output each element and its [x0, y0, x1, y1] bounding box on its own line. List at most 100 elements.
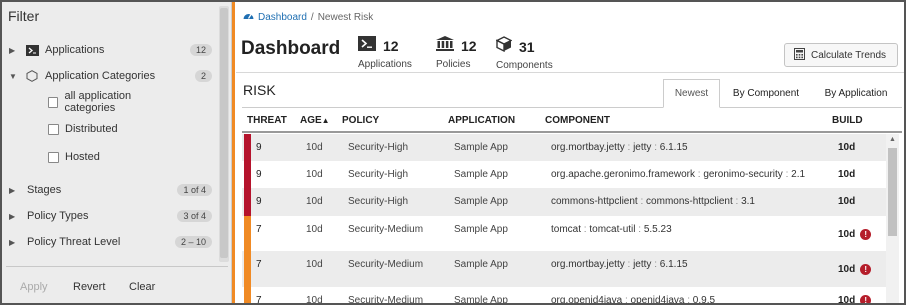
- threat-high-indicator: [244, 134, 251, 161]
- risk-table-header: THREAT AGE▲ POLICY APPLICATION COMPONENT…: [242, 108, 902, 133]
- table-scrollbar[interactable]: ▲: [886, 134, 899, 303]
- checkbox[interactable]: [48, 123, 59, 135]
- threat-value: 7: [256, 295, 262, 305]
- filter-categories-label: Application Categories: [45, 70, 156, 82]
- breadcrumb-dashboard-link[interactable]: Dashboard: [258, 12, 307, 23]
- category-label: Hosted: [65, 151, 100, 163]
- build-value: 10d: [838, 295, 856, 305]
- tab-by-component[interactable]: By Component: [724, 79, 808, 108]
- stat-components[interactable]: 31 Components: [495, 36, 553, 71]
- policy-value: Security-High: [348, 169, 409, 180]
- stat-policies-label: Policies: [436, 59, 471, 70]
- column-policy[interactable]: POLICY: [342, 115, 379, 126]
- column-component[interactable]: COMPONENT: [545, 115, 610, 126]
- threat-value: 7: [256, 259, 262, 270]
- filter-policy-types-label: Policy Types: [27, 210, 89, 222]
- table-row[interactable]: 7 10d Security-Medium Sample App org.ope…: [242, 287, 886, 305]
- category-distributed-checkbox[interactable]: Distributed: [48, 121, 178, 137]
- filter-policy-types[interactable]: ▶ Policy Types 3 of 4: [2, 206, 216, 226]
- application-value: Sample App: [454, 196, 508, 207]
- divider: [6, 266, 228, 267]
- tab-newest[interactable]: Newest: [663, 79, 720, 108]
- policy-value: Security-Medium: [348, 224, 424, 235]
- component-value: org.mortbay.jetty : jetty : 6.1.15: [551, 142, 688, 153]
- clear-button[interactable]: Clear: [129, 281, 155, 293]
- age-value: 10d: [306, 169, 323, 180]
- column-threat[interactable]: THREAT: [247, 115, 287, 126]
- table-scroll-thumb[interactable]: [888, 148, 897, 236]
- calculate-trends-button[interactable]: Calculate Trends: [784, 43, 898, 67]
- stat-policies-value: 12: [461, 38, 477, 54]
- stat-applications[interactable]: 12 Applications: [358, 36, 412, 70]
- build-value: 10d: [838, 169, 856, 180]
- column-age[interactable]: AGE▲: [300, 115, 330, 126]
- threat-medium-indicator: [244, 251, 251, 287]
- age-value: 10d: [306, 224, 323, 235]
- breadcrumb-current: Newest Risk: [317, 11, 374, 23]
- calculate-trends-label: Calculate Trends: [811, 49, 887, 61]
- application-value: Sample App: [454, 259, 508, 270]
- category-label: Distributed: [65, 123, 118, 135]
- threat-value: 7: [256, 224, 262, 235]
- category-all-checkbox[interactable]: all application categories: [48, 90, 178, 114]
- component-value: commons-httpclient : commons-httpclient …: [551, 196, 755, 207]
- age-value: 10d: [306, 259, 323, 270]
- filter-application-categories[interactable]: ▼ Application Categories 2: [2, 66, 216, 86]
- table-row[interactable]: 7 10d Security-Medium Sample App tomcat …: [242, 216, 886, 251]
- age-value: 10d: [306, 196, 323, 207]
- sidebar-scroll-thumb[interactable]: [220, 8, 228, 258]
- apply-button[interactable]: Apply: [20, 281, 48, 293]
- bank-icon: [436, 36, 454, 56]
- warning-icon[interactable]: !: [860, 264, 872, 275]
- breadcrumb: Dashboard / Newest Risk: [243, 11, 373, 23]
- threat-medium-indicator: [244, 287, 251, 303]
- revert-button[interactable]: Revert: [73, 281, 105, 293]
- stat-policies[interactable]: 12 Policies: [436, 36, 477, 70]
- build-value: 10d: [838, 142, 856, 153]
- build-cell: 10d!: [838, 229, 872, 240]
- column-age-label: AGE: [300, 115, 322, 126]
- warning-icon[interactable]: !: [860, 229, 872, 240]
- column-application[interactable]: APPLICATION: [448, 115, 515, 126]
- tab-by-application[interactable]: By Application: [814, 79, 898, 108]
- build-value: 10d: [838, 196, 856, 207]
- policy-value: Security-Medium: [348, 259, 424, 270]
- table-row[interactable]: 9 10d Security-High Sample App org.apach…: [242, 161, 886, 188]
- component-value: tomcat : tomcat-util : 5.5.23: [551, 224, 672, 235]
- table-row[interactable]: 9 10d Security-High Sample App commons-h…: [242, 188, 886, 216]
- checkbox[interactable]: [48, 151, 59, 163]
- checkbox[interactable]: [48, 96, 59, 108]
- threat-medium-indicator: [244, 216, 251, 251]
- sort-asc-icon: ▲: [321, 116, 330, 125]
- warning-icon[interactable]: !: [860, 295, 872, 303]
- table-row[interactable]: 9 10d Security-High Sample App org.mortb…: [242, 134, 886, 161]
- filter-stages[interactable]: ▶ Stages 1 of 4: [2, 180, 216, 200]
- page-title: Dashboard: [241, 38, 341, 59]
- build-value: 10d: [838, 264, 856, 275]
- policy-value: Security-High: [348, 196, 409, 207]
- category-hosted-checkbox[interactable]: Hosted: [48, 149, 178, 165]
- terminal-icon: [25, 44, 39, 56]
- age-value: 10d: [306, 142, 323, 153]
- table-row[interactable]: 7 10d Security-Medium Sample App org.mor…: [242, 251, 886, 287]
- age-value: 10d: [306, 295, 323, 305]
- filter-sidebar: Filter ▶ Applications 12 ▼ Application C…: [2, 2, 232, 303]
- threat-value: 9: [256, 169, 262, 180]
- filter-policy-threat-level[interactable]: ▶ Policy Threat Level 2 – 10: [2, 232, 216, 252]
- scroll-up-icon[interactable]: ▲: [889, 136, 896, 143]
- filter-threat-level-label: Policy Threat Level: [27, 236, 121, 248]
- stat-components-label: Components: [496, 60, 553, 71]
- stat-applications-value: 12: [383, 38, 399, 54]
- filter-stages-count: 1 of 4: [177, 184, 212, 196]
- sidebar-scrollbar[interactable]: [219, 6, 229, 262]
- hexagon-icon: [25, 70, 39, 82]
- filter-applications[interactable]: ▶ Applications 12: [2, 40, 216, 60]
- breadcrumb-separator: /: [310, 11, 314, 23]
- column-build[interactable]: BUILD: [832, 115, 863, 126]
- accent-bar: [232, 2, 235, 303]
- dashboard-gauge-icon: [243, 11, 254, 23]
- terminal-icon: [358, 36, 376, 56]
- application-value: Sample App: [454, 295, 508, 305]
- filter-policy-types-count: 3 of 4: [177, 210, 212, 222]
- build-cell: 10d!: [838, 264, 872, 275]
